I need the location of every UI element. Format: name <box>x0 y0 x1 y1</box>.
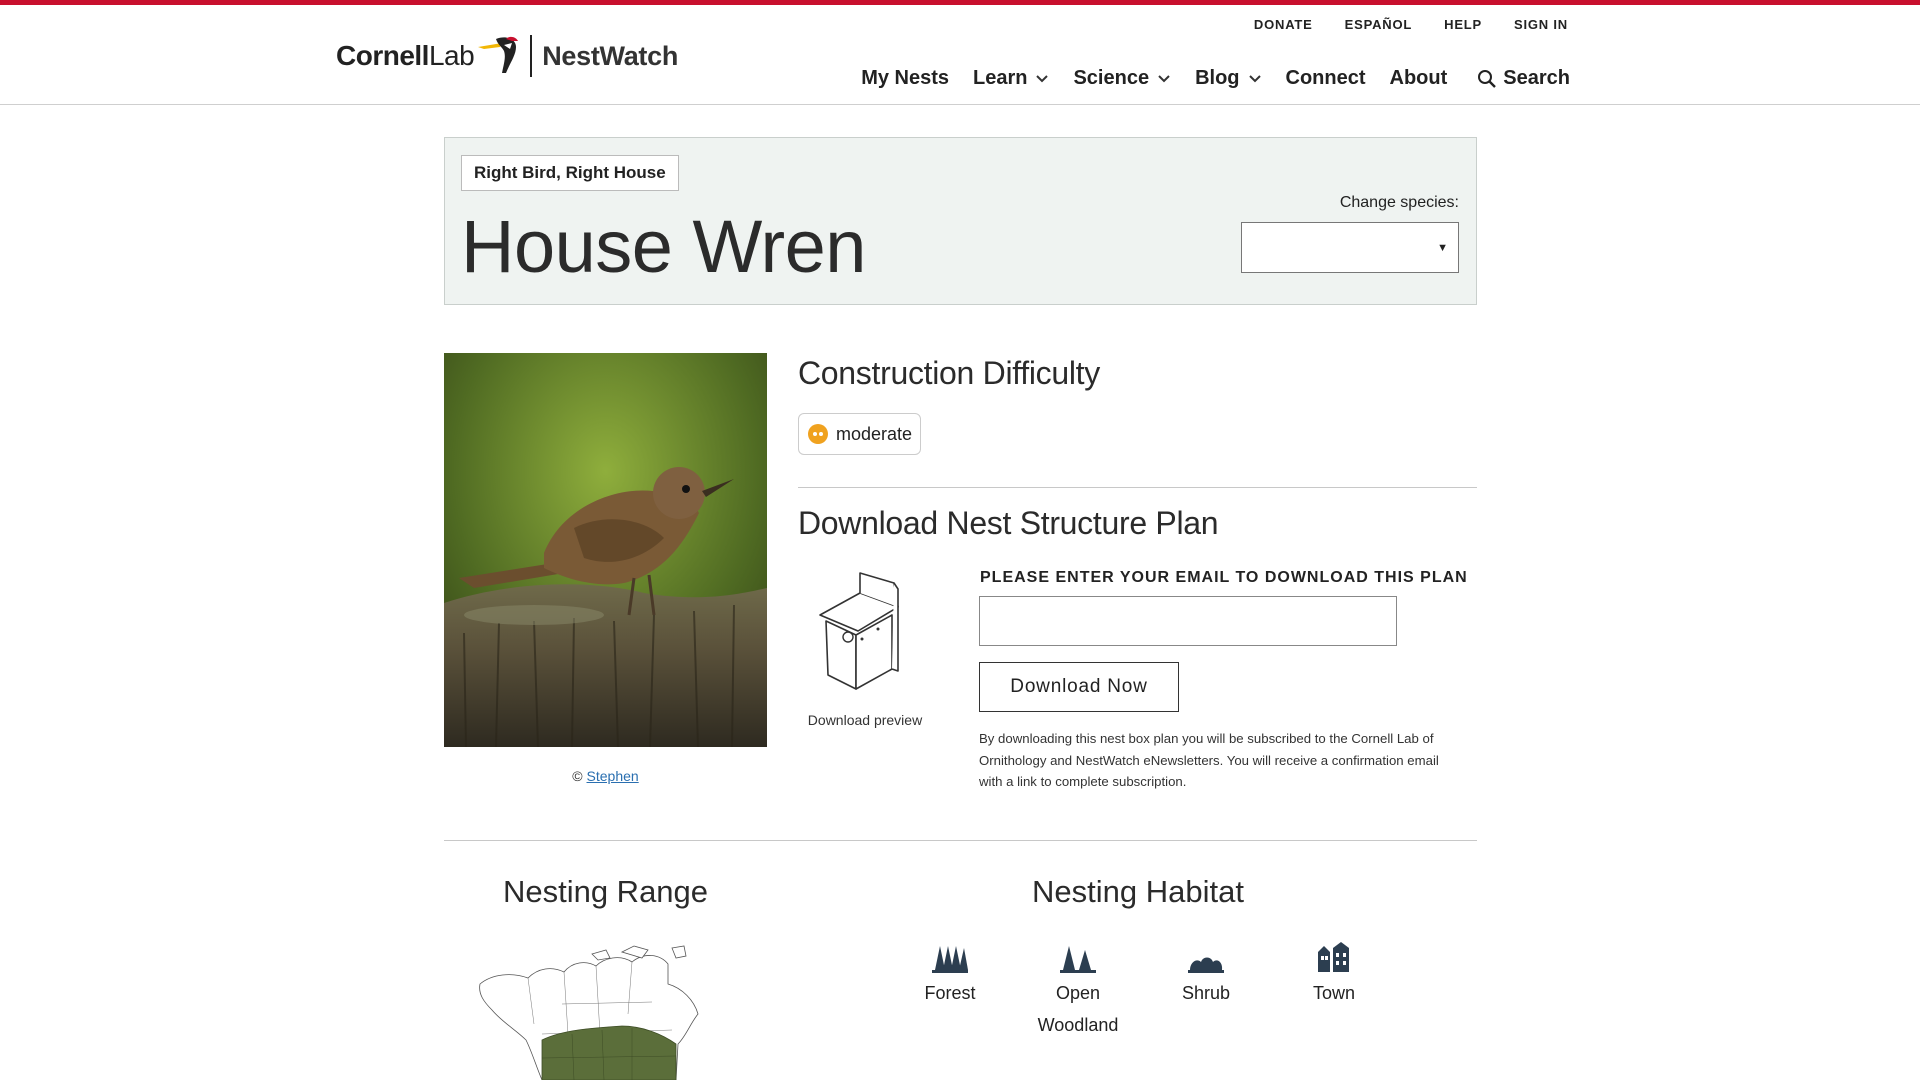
search-button[interactable]: Search <box>1477 67 1570 90</box>
site-header: CornellLab NestWatch DONATE ESPAÑOL HELP… <box>0 5 1920 105</box>
photographer-link[interactable]: Stephen <box>587 768 639 784</box>
nav-blog[interactable]: Blog <box>1195 67 1261 90</box>
woodpecker-logo-icon <box>478 36 519 73</box>
credit-symbol: © <box>572 768 583 784</box>
section-divider <box>798 487 1477 488</box>
habitat-label: Forest <box>924 983 976 1003</box>
habitat-forest: Forest <box>895 942 1005 1009</box>
habitat-label: Town <box>1312 983 1356 1003</box>
habitat-open-woodland: Open Woodland <box>1023 942 1133 1041</box>
download-preview-label: Download preview <box>807 712 923 728</box>
espanol-link[interactable]: ESPAÑOL <box>1345 17 1412 32</box>
range-map-image <box>479 945 699 1080</box>
chevron-down-icon <box>1036 74 1049 82</box>
nav-learn-label: Learn <box>973 67 1028 89</box>
logo-divider <box>530 35 533 77</box>
search-label: Search <box>1503 67 1570 89</box>
nav-connect-label: Connect <box>1285 67 1366 89</box>
habitat-shrub: Shrub <box>1151 942 1261 1009</box>
utility-nav: DONATE ESPAÑOL HELP SIGN IN <box>1254 17 1568 32</box>
nav-about-label: About <box>1389 67 1448 89</box>
nesting-range-heading: Nesting Range <box>502 874 709 909</box>
nav-my-nests-label: My Nests <box>861 67 949 89</box>
email-label: PLEASE ENTER YOUR EMAIL TO DOWNLOAD THIS… <box>980 569 1468 586</box>
difficulty-badge: moderate <box>798 413 922 455</box>
species-header-panel: Right Bird, Right House House Wren Chang… <box>444 137 1477 305</box>
nav-about[interactable]: About <box>1390 67 1448 90</box>
nest-box-preview-icon[interactable] <box>812 571 908 695</box>
nav-science[interactable]: Science <box>1073 67 1171 90</box>
nav-learn[interactable]: Learn <box>973 67 1049 90</box>
difficulty-moderate-icon <box>808 424 828 444</box>
dropdown-arrow-icon: ▼ <box>1437 242 1448 254</box>
difficulty-level: moderate <box>836 423 913 444</box>
site-logo[interactable]: CornellLab NestWatch <box>336 33 678 79</box>
nestwatch-wordmark: NestWatch <box>542 40 679 71</box>
species-title: House Wren <box>461 205 866 288</box>
search-icon <box>1478 69 1497 88</box>
town-icon <box>1318 942 1349 972</box>
email-input[interactable] <box>979 596 1397 646</box>
species-select[interactable]: ▼ <box>1241 222 1459 273</box>
subscription-disclaimer: By downloading this nest box plan you wi… <box>979 731 1439 789</box>
nav-science-label: Science <box>1073 67 1150 89</box>
main-nav: My Nests Learn Science Blog Connect Abou… <box>837 67 1570 90</box>
nav-blog-label: Blog <box>1195 67 1240 89</box>
nav-my-nests[interactable]: My Nests <box>861 67 949 90</box>
change-species-label: Change species: <box>1339 194 1459 211</box>
section-divider <box>444 840 1477 841</box>
chevron-down-icon <box>1248 74 1261 82</box>
nav-connect[interactable]: Connect <box>1286 67 1366 90</box>
open-woodland-icon <box>1060 946 1096 973</box>
forest-icon <box>932 946 968 973</box>
construction-difficulty-heading: Construction Difficulty <box>798 355 1100 391</box>
download-now-button[interactable]: Download Now <box>979 662 1179 712</box>
cornell-lab-wordmark: CornellLab <box>336 40 475 71</box>
house-wren-photo-image <box>444 353 767 747</box>
sign-in-link[interactable]: SIGN IN <box>1514 17 1568 32</box>
section-tag: Right Bird, Right House <box>461 155 679 191</box>
nesting-habitat-heading: Nesting Habitat <box>1032 874 1244 909</box>
donate-link[interactable]: DONATE <box>1254 17 1313 32</box>
download-plan-heading: Download Nest Structure Plan <box>798 505 1219 541</box>
chevron-down-icon <box>1158 74 1170 82</box>
photo-credit: © Stephen <box>444 768 767 784</box>
shrub-icon <box>1188 957 1224 973</box>
habitat-label: Shrub <box>1181 983 1231 1003</box>
bird-photo[interactable] <box>444 353 767 747</box>
habitat-label: Open Woodland <box>1037 983 1119 1035</box>
habitat-town: Town <box>1279 942 1389 1009</box>
nesting-range-map <box>472 944 712 1080</box>
help-link[interactable]: HELP <box>1444 17 1482 32</box>
